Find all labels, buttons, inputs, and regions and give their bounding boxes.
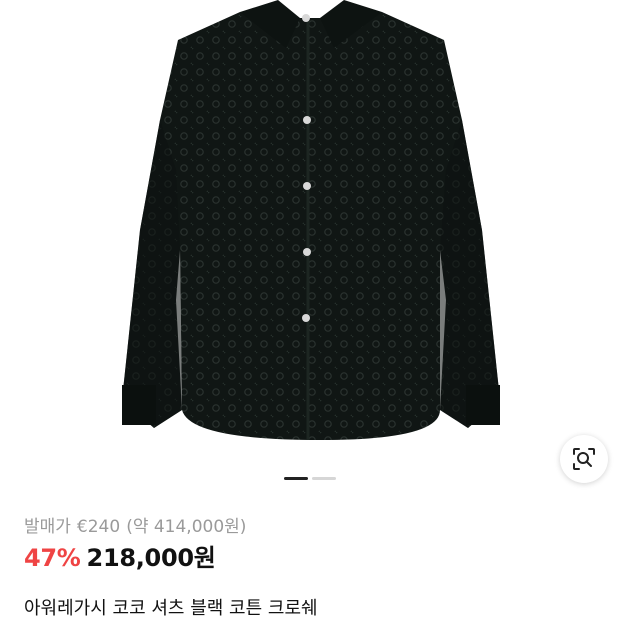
- gallery-dot-active[interactable]: [284, 477, 308, 480]
- gallery-dot[interactable]: [312, 477, 336, 480]
- price-row: 47% 218,000원: [24, 538, 216, 573]
- gallery-pagination: [284, 477, 336, 480]
- original-price-converted: (약 414,000원): [126, 517, 247, 537]
- lens-search-icon: [573, 448, 595, 470]
- original-price-label: 발매가: [24, 517, 71, 537]
- product-title: 아워레가시 코코 셔츠 블랙 코튼 크로쉐: [24, 598, 318, 619]
- image-search-button[interactable]: [560, 435, 608, 483]
- original-price-value: €240: [76, 517, 121, 537]
- sale-price: 218,000원: [86, 544, 216, 572]
- shirt-illustration: [122, 0, 500, 440]
- discount-rate: 47%: [24, 544, 81, 572]
- product-image[interactable]: [0, 0, 620, 470]
- original-price: 발매가 €240 (약 414,000원): [24, 512, 252, 537]
